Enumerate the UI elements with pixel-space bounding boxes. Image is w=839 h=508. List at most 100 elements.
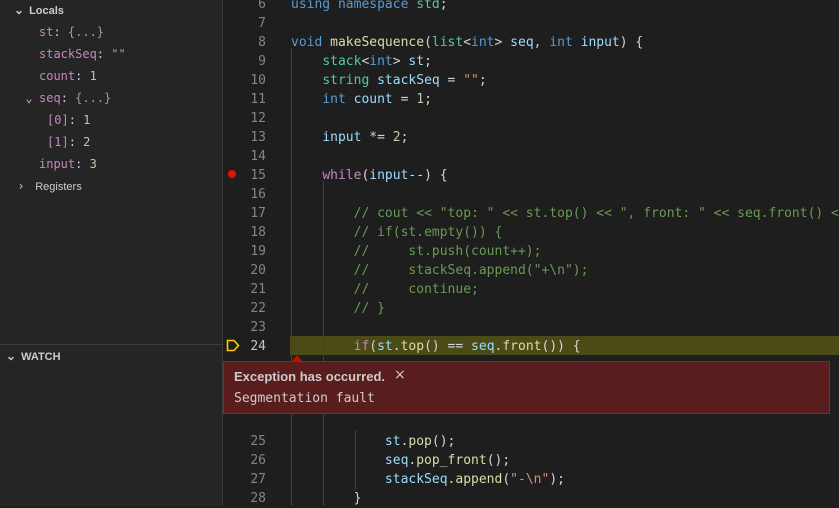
code-token: ) { [619, 35, 644, 50]
line-number: 26 [250, 453, 266, 468]
registers-item[interactable]: › Registers [14, 175, 81, 197]
code-token: ; [424, 92, 432, 107]
code-token: , [533, 35, 550, 50]
variable-stackSeq[interactable]: stackSeq: "" [39, 43, 126, 65]
code-line: if(st.top() == seq.front()) { [291, 337, 581, 356]
line-number: 14 [250, 149, 266, 164]
line-number-gutter: 6 7 8 9 10 11 12 13 14 15 16 17 18 19 20 21 22 23 24 25 26 27… [223, 0, 283, 506]
line-number: 23 [250, 320, 266, 335]
line-number: 8 [258, 35, 266, 50]
locals-label: Locals [29, 5, 64, 17]
code-token: // st.push(count++); [353, 244, 542, 259]
code-token: --) { [408, 168, 448, 183]
line-number: 20 [250, 263, 266, 278]
chevron-down-icon[interactable]: ⌄ [12, 0, 26, 21]
code-token: ; [439, 0, 448, 12]
line-number: 12 [250, 111, 266, 126]
code-token: . [392, 339, 401, 354]
code-token: top [400, 339, 425, 354]
variable-seq[interactable]: ⌄ seq: {...} [22, 87, 111, 109]
code-line: // if(st.empty()) { [291, 223, 503, 242]
code-token: front [502, 339, 542, 354]
code-token: namespace [337, 0, 409, 12]
code-token: = [439, 73, 464, 88]
close-icon[interactable]: × [394, 367, 406, 383]
code-token: append [455, 472, 503, 487]
debug-sidebar: ⌄ Locals st: {...} stackSeq: "" count: 1… [0, 0, 222, 506]
variable-seq-0[interactable]: [0]: 1 [47, 109, 90, 131]
code-token: if [353, 339, 370, 354]
code-token: st [377, 339, 393, 354]
code-token: stackSeq [384, 472, 448, 487]
code-line: // } [291, 299, 385, 318]
code-token: pop_front [416, 453, 487, 468]
line-number: 7 [258, 16, 266, 31]
code-token: ); [549, 472, 565, 487]
code-token: // if(st.empty()) { [353, 225, 503, 240]
code-line: input *= 2; [291, 128, 408, 147]
code-token: seq [384, 453, 409, 468]
code-token: (); [486, 453, 511, 468]
code-line: // stackSeq.append("+\n"); [291, 261, 589, 280]
code-token: ()) { [541, 339, 581, 354]
line-number: 22 [250, 301, 266, 316]
code-token: seq [510, 35, 534, 50]
exception-message: Segmentation fault [234, 391, 375, 406]
line-number: 6 [258, 0, 266, 12]
code-token: > [494, 35, 511, 50]
breakpoint-icon[interactable] [228, 170, 236, 178]
locals-section-header[interactable]: ⌄ Locals [0, 0, 222, 21]
variable-input[interactable]: input: 3 [39, 153, 97, 175]
line-number: 16 [250, 187, 266, 202]
line-number: 18 [250, 225, 266, 240]
chevron-down-icon[interactable]: ⌄ [22, 87, 36, 109]
code-line: string stackSeq = ""; [291, 71, 486, 90]
chevron-right-icon[interactable]: › [14, 175, 28, 197]
code-line: int count = 1; [291, 90, 432, 109]
code-token: count [353, 92, 393, 107]
line-number: 11 [250, 92, 266, 107]
code-token: makeSequence [330, 35, 425, 50]
code-token: "-\n" [510, 472, 550, 487]
code-token: "" [463, 73, 479, 88]
code-token: ; [424, 54, 432, 69]
watch-section-header[interactable]: ⌄ WATCH [0, 345, 222, 367]
code-token: stackSeq [377, 73, 440, 88]
code-token: < [463, 35, 472, 50]
line-number: 28 [250, 491, 266, 506]
code-line: st.pop(); [291, 432, 455, 451]
code-token: pop [408, 434, 432, 449]
code-token: 2 [392, 130, 401, 145]
code-token: st [384, 434, 401, 449]
line-number: 25 [250, 434, 266, 449]
variable-seq-1[interactable]: [1]: 2 [47, 131, 90, 153]
code-token: // cout << "top: " << st.top() << ", fro… [353, 206, 839, 221]
code-token: } [291, 491, 362, 506]
code-token: int [549, 35, 573, 50]
code-token: seq [471, 339, 495, 354]
chevron-down-icon[interactable]: ⌄ [4, 345, 18, 367]
code-token: st [408, 54, 425, 69]
code-token: *= [361, 130, 393, 145]
code-token: () == [424, 339, 472, 354]
line-number: 10 [250, 73, 266, 88]
variable-st[interactable]: st: {...} [39, 21, 104, 43]
code-token: input [369, 168, 409, 183]
watch-label: WATCH [21, 351, 61, 363]
current-line-arrow-icon [226, 339, 240, 352]
code-token: int [322, 92, 346, 107]
line-number: 21 [250, 282, 266, 297]
variable-count[interactable]: count: 1 [39, 65, 97, 87]
